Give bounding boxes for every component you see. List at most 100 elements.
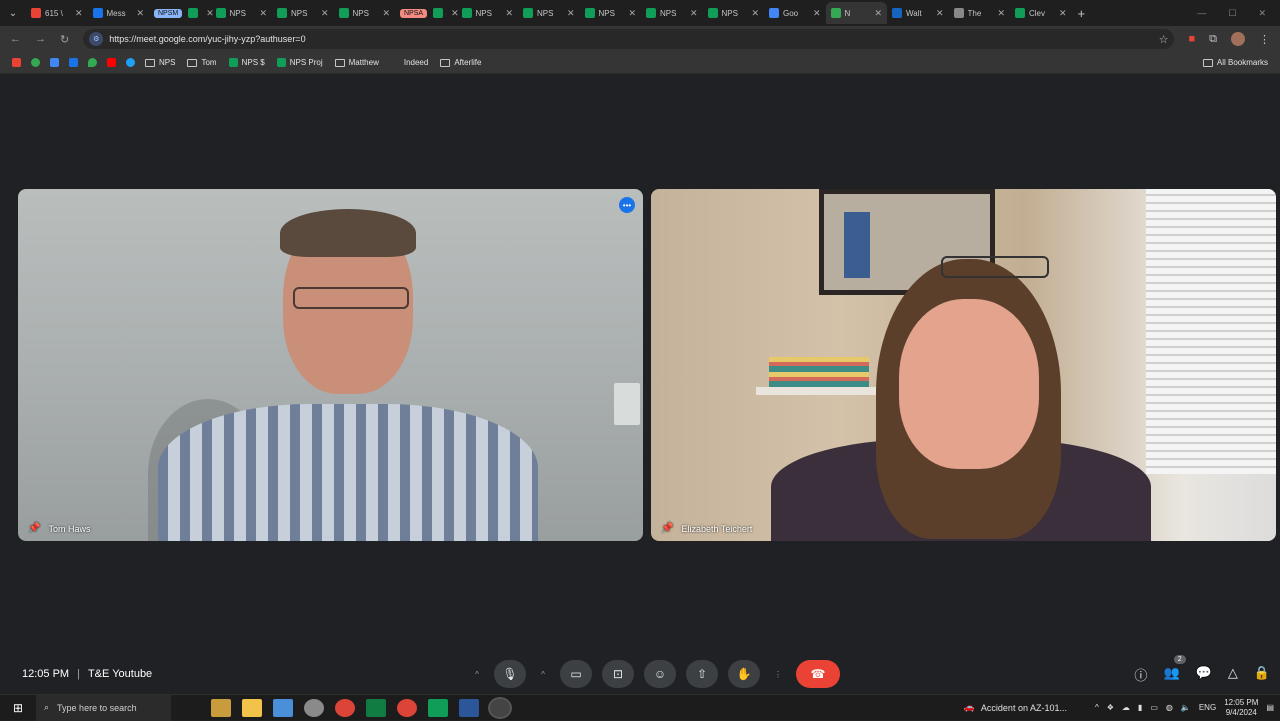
browser-tab[interactable]: Goo ✕ <box>764 2 826 24</box>
raise-hand-button[interactable]: ✋ <box>728 660 760 688</box>
widget-app-icon[interactable] <box>211 698 231 717</box>
gmail-icon[interactable] <box>12 58 21 67</box>
browser-tab[interactable]: NPSMNPS✕ <box>149 2 214 24</box>
browser-tab[interactable]: NPS ✕ <box>457 2 519 24</box>
all-bookmarks-button[interactable]: All Bookmarks <box>1202 58 1268 67</box>
browser-tab[interactable]: NPS ✕ <box>334 2 396 24</box>
close-tab-icon[interactable]: ✕ <box>628 8 636 19</box>
microphone-button[interactable]: 🎙 <box>494 660 526 688</box>
close-tab-icon[interactable]: ✕ <box>75 8 83 19</box>
file-explorer-icon[interactable] <box>242 698 262 717</box>
browser-tab[interactable]: NPSANPS✕ <box>395 2 459 24</box>
present-screen-button[interactable]: ⇧ <box>686 660 718 688</box>
close-tab-icon[interactable]: ✕ <box>997 8 1005 19</box>
browser-tab[interactable]: Mess ✕ <box>88 2 150 24</box>
browser-tab[interactable]: 615 \ ✕ <box>26 2 88 24</box>
recording-app-icon[interactable] <box>490 698 510 717</box>
bookmark-afterlife[interactable]: Afterlife <box>440 58 481 67</box>
close-tab-icon[interactable]: ✕ <box>259 8 267 19</box>
app-icon[interactable] <box>304 698 324 717</box>
maximize-icon[interactable]: ☐ <box>1228 8 1236 19</box>
browser-tab[interactable]: NPS ✕ <box>703 2 765 24</box>
bookmark-tom[interactable]: Tom <box>187 58 217 67</box>
news-widget[interactable]: 🚗 Accident on AZ-101... <box>964 702 1067 713</box>
captions-button[interactable]: ⊡ <box>602 660 634 688</box>
site-info-icon[interactable]: ⚙ <box>89 32 104 46</box>
browser-tab[interactable]: NPS ✕ <box>641 2 703 24</box>
language-indicator[interactable]: ENG <box>1199 703 1216 712</box>
menu-kebab-icon[interactable]: ⋮ <box>1259 33 1270 46</box>
address-bar[interactable]: ⚙ https://meet.google.com/yuc-jihy-yzp?a… <box>83 29 1175 49</box>
browser-tab[interactable]: NPS ✕ <box>518 2 580 24</box>
excel-icon[interactable] <box>366 698 386 717</box>
bookmark-nps[interactable]: NPS <box>145 58 175 67</box>
tab-group-chip[interactable]: NPSA <box>400 8 428 18</box>
meeting-details-info-icon[interactable]: ⓘ <box>1134 665 1147 684</box>
maps-icon[interactable] <box>88 58 97 67</box>
close-tab-icon[interactable]: ✕ <box>1059 8 1067 19</box>
calendar-icon[interactable] <box>50 58 59 67</box>
minimize-icon[interactable]: — <box>1197 8 1206 19</box>
windows-start-icon[interactable]: ⊞ <box>0 701 36 715</box>
host-controls-lock-icon[interactable]: 🔒 <box>1254 665 1270 684</box>
browser-tab[interactable]: N ✕ <box>825 2 887 24</box>
activities-icon[interactable]: △ <box>1228 665 1238 684</box>
forward-icon[interactable]: → <box>35 33 46 45</box>
pin-icon[interactable]: 📌 <box>661 523 673 534</box>
close-tab-icon[interactable]: ✕ <box>813 8 821 19</box>
extensions-puzzle-icon[interactable]: ⧉ <box>1209 33 1217 46</box>
pin-icon[interactable]: 📌 <box>28 523 40 534</box>
notification-icon[interactable]: ▤ <box>1266 703 1274 712</box>
taskbar-clock[interactable]: 12:05 PM 9/4/2024 <box>1224 698 1258 718</box>
browser-tab[interactable]: NPS ✕ <box>211 2 273 24</box>
close-window-icon[interactable]: ✕ <box>1258 8 1266 19</box>
tab-search-dropdown[interactable]: ⌄ <box>0 0 26 26</box>
video-options-chevron-icon[interactable]: ^ <box>536 660 550 688</box>
bookmark-indeed[interactable]: Indeed <box>391 58 428 67</box>
chrome-profile-icon[interactable] <box>397 698 417 717</box>
onedrive-icon[interactable]: ☁ <box>1122 703 1130 712</box>
tab-group-chip[interactable]: NPSM <box>154 8 183 18</box>
new-tab-button[interactable]: + <box>1072 6 1092 21</box>
profile-avatar[interactable] <box>1231 32 1245 46</box>
audio-options-chevron-icon[interactable]: ^ <box>470 660 484 688</box>
extension-icon[interactable]: ■ <box>1188 33 1195 45</box>
bookmark-matthew[interactable]: Matthew <box>334 58 379 67</box>
bookmark-nps-proj[interactable]: NPS Proj <box>276 58 323 67</box>
bookmark-star-icon[interactable]: ☆ <box>1159 33 1169 46</box>
network-icon[interactable]: ◍ <box>1166 703 1173 712</box>
word-icon[interactable] <box>459 698 479 717</box>
participant-tile-tom[interactable]: 📌 Tom Haws ••• <box>18 189 643 541</box>
tray-chevron-icon[interactable]: ^ <box>1095 703 1099 712</box>
back-icon[interactable]: ← <box>10 33 21 45</box>
chat-icon[interactable]: 💬 <box>1196 665 1212 684</box>
close-tab-icon[interactable]: ✕ <box>936 8 944 19</box>
close-tab-icon[interactable]: ✕ <box>382 8 390 19</box>
close-tab-icon[interactable]: ✕ <box>874 8 882 19</box>
people-button[interactable]: 👥 2 <box>1163 654 1186 684</box>
docs-icon[interactable] <box>69 58 78 67</box>
close-tab-icon[interactable]: ✕ <box>321 8 329 19</box>
volume-icon[interactable]: 🔈 <box>1181 703 1191 712</box>
browser-tab[interactable]: Clev ✕ <box>1010 2 1072 24</box>
sheets-icon[interactable] <box>428 698 448 717</box>
reactions-button[interactable]: ☺ <box>644 660 676 688</box>
chrome-icon[interactable] <box>335 698 355 717</box>
close-tab-icon[interactable]: ✕ <box>690 8 698 19</box>
camera-button[interactable]: ▭ <box>560 660 592 688</box>
reload-icon[interactable]: ↻ <box>60 33 69 46</box>
close-tab-icon[interactable]: ✕ <box>751 8 759 19</box>
battery-icon[interactable]: ▭ <box>1150 703 1158 712</box>
drive-icon[interactable] <box>31 58 40 67</box>
browser-tab[interactable]: NPS ✕ <box>272 2 334 24</box>
browser-tab[interactable]: Walt ✕ <box>887 2 949 24</box>
participant-tile-elizabeth[interactable]: 📌 Elizabeth Teichert <box>651 189 1276 541</box>
close-tab-icon[interactable]: ✕ <box>505 8 513 19</box>
close-tab-icon[interactable]: ✕ <box>567 8 575 19</box>
browser-tab[interactable]: NPS ✕ <box>580 2 642 24</box>
calculator-icon[interactable] <box>273 698 293 717</box>
app-icon[interactable] <box>126 58 135 67</box>
close-tab-icon[interactable]: ✕ <box>136 8 144 19</box>
usb-icon[interactable]: ▮ <box>1138 703 1142 712</box>
taskbar-search-box[interactable]: ⌕ Type here to search <box>36 694 171 721</box>
